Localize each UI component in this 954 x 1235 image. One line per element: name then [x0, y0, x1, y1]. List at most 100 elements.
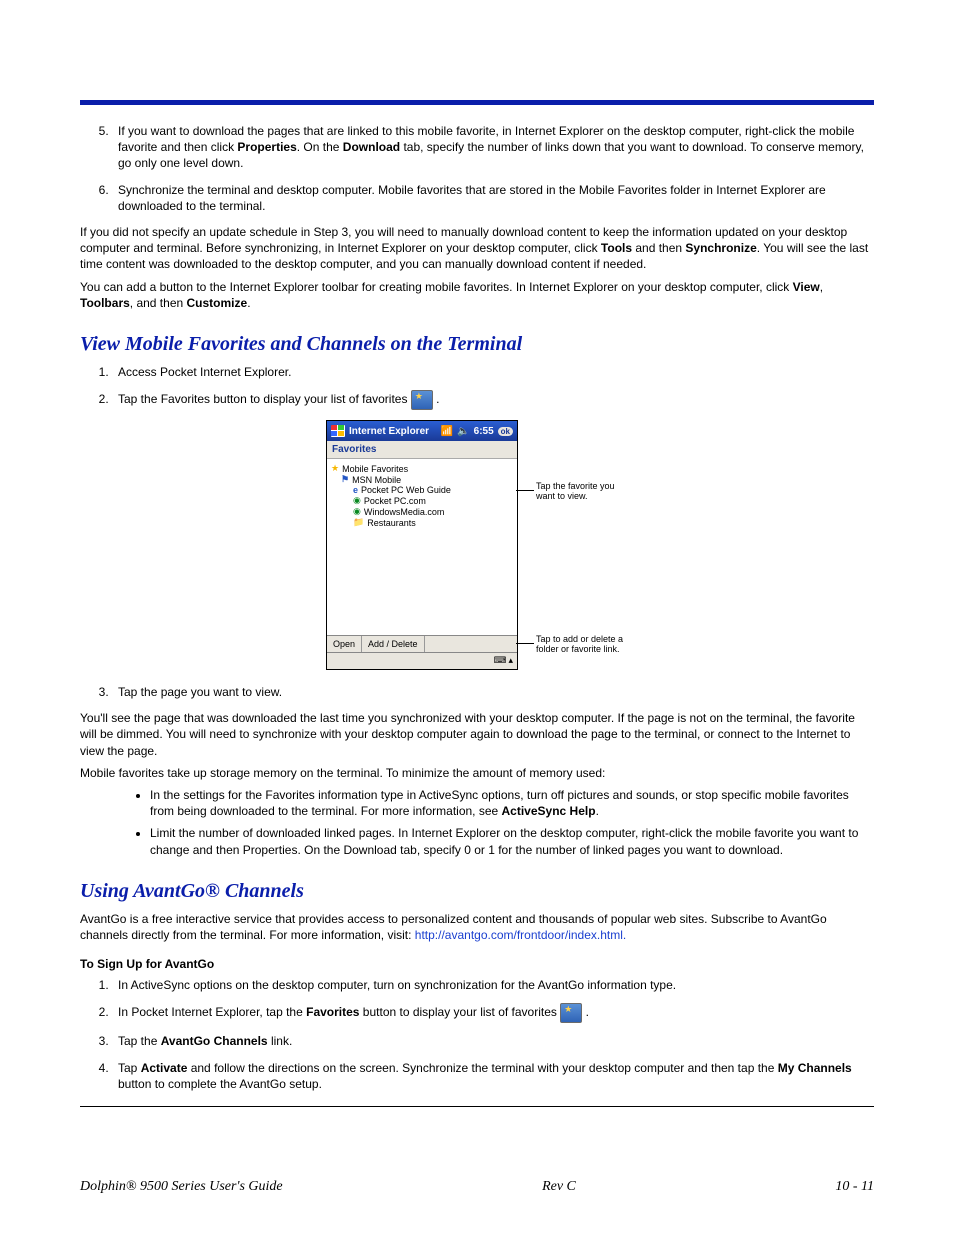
footer-left: Dolphin® 9500 Series User's Guide — [80, 1179, 283, 1195]
label: Mobile Favorites — [342, 464, 408, 474]
favorites-icon — [560, 1003, 582, 1023]
favorites-tree: ★Mobile Favorites ⚑MSN Mobile ePocket PC… — [327, 458, 517, 635]
footer-center: Rev C — [542, 1179, 576, 1195]
media-icon: ◉ — [353, 506, 361, 517]
tree-item[interactable]: ◉Pocket PC.com — [331, 495, 515, 506]
ie-icon: e — [353, 485, 358, 495]
speaker-icon: 🔈 — [457, 426, 469, 437]
heading-view-mobile-favorites: View Mobile Favorites and Channels on th… — [80, 333, 874, 356]
star-icon: ★ — [331, 463, 339, 474]
text: In the settings for the Favorites inform… — [150, 788, 849, 818]
text: Tap the page you want to view. — [118, 685, 282, 699]
bold: Favorites — [306, 1005, 359, 1019]
windows-flag-icon — [331, 425, 345, 437]
text: Synchronize the terminal and desktop com… — [118, 183, 826, 213]
bold: Download — [343, 140, 400, 154]
bold: My Channels — [778, 1061, 852, 1075]
text: In ActiveSync options on the desktop com… — [118, 978, 676, 992]
tree-item[interactable]: ◉WindowsMedia.com — [331, 506, 515, 517]
text: Tap the — [118, 1034, 161, 1048]
heading-avantgo: Using AvantGo® Channels — [80, 880, 874, 903]
text: , — [820, 280, 823, 294]
signup-heading: To Sign Up for AvantGo — [80, 957, 874, 971]
arrow-up-icon[interactable]: ▴ — [508, 655, 513, 666]
avantgo-link[interactable]: http://avantgo.com/frontdoor/index.html. — [415, 928, 626, 942]
bold: Synchronize — [685, 241, 756, 255]
tree-root[interactable]: ★Mobile Favorites — [331, 463, 515, 474]
msn-icon: ⚑ — [341, 474, 349, 485]
sip-row: ⌨▴ — [327, 652, 517, 669]
tree-item[interactable]: ePocket PC Web Guide — [331, 485, 515, 495]
text: Tap — [118, 1061, 141, 1075]
bottom-toolbar: Open Add / Delete — [327, 635, 517, 652]
open-tab[interactable]: Open — [327, 636, 362, 652]
text: You can add a button to the Internet Exp… — [80, 280, 793, 294]
label: Pocket PC.com — [364, 496, 426, 506]
label: MSN Mobile — [352, 475, 401, 485]
label: WindowsMedia.com — [364, 507, 445, 517]
avantgo-intro: AvantGo is a free interactive service th… — [80, 911, 874, 943]
tree-item[interactable]: ⚑MSN Mobile — [331, 474, 515, 485]
continued-steps: If you want to download the pages that a… — [80, 123, 874, 214]
text: In Pocket Internet Explorer, tap the — [118, 1005, 306, 1019]
label: Pocket PC Web Guide — [361, 485, 451, 495]
vmf-step-1: Access Pocket Internet Explorer. — [112, 364, 874, 380]
memory-bullets: In the settings for the Favorites inform… — [80, 787, 874, 858]
text: . — [582, 1005, 589, 1019]
paragraph-sync: If you did not specify an update schedul… — [80, 224, 874, 273]
ok-button[interactable]: ok — [498, 427, 513, 436]
bullet-1: In the settings for the Favorites inform… — [150, 787, 874, 819]
paragraph-memory: Mobile favorites take up storage memory … — [80, 765, 874, 781]
clock: 6:55 — [474, 426, 494, 437]
text: button to complete the AvantGo setup. — [118, 1077, 322, 1091]
callout-view: Tap the favorite you want to view. — [536, 482, 628, 502]
titlebar: Internet Explorer 📶 🔈 6:55 ok — [327, 421, 517, 441]
bold: View — [793, 280, 820, 294]
step-6: Synchronize the terminal and desktop com… — [112, 182, 874, 214]
paragraph-toolbar: You can add a button to the Internet Exp… — [80, 279, 874, 311]
add-delete-tab[interactable]: Add / Delete — [362, 636, 425, 652]
text: . — [433, 392, 440, 406]
bullet-2: Limit the number of downloaded linked pa… — [150, 825, 874, 857]
text: Tap the Favorites button to display your… — [118, 392, 411, 406]
bold: Activate — [141, 1061, 188, 1075]
callouts: Tap the favorite you want to view. Tap t… — [518, 420, 628, 670]
keyboard-icon[interactable]: ⌨ — [493, 655, 506, 666]
top-rule — [80, 100, 874, 105]
folder-icon: 📁 — [353, 517, 364, 528]
tree-item[interactable]: 📁Restaurants — [331, 517, 515, 528]
vmf-step-2: Tap the Favorites button to display your… — [112, 390, 874, 410]
text: and then — [632, 241, 685, 255]
text: , and then — [130, 296, 187, 310]
signup-step-3: Tap the AvantGo Channels link. — [112, 1033, 874, 1049]
bold: ActiveSync Help — [502, 804, 596, 818]
play-icon: ◉ — [353, 495, 361, 506]
text: . — [247, 296, 250, 310]
signup-steps: In ActiveSync options on the desktop com… — [80, 977, 874, 1092]
favorites-header: Favorites — [327, 441, 517, 458]
bottom-rule — [80, 1106, 874, 1107]
vmf-step-3: Tap the page you want to view. — [112, 684, 874, 700]
text: . On the — [297, 140, 343, 154]
vmf-steps: Access Pocket Internet Explorer. Tap the… — [80, 364, 874, 410]
app-title: Internet Explorer — [349, 426, 429, 437]
callout-add-delete: Tap to add or delete a folder or favorit… — [536, 635, 628, 655]
signup-step-2: In Pocket Internet Explorer, tap the Fav… — [112, 1003, 874, 1023]
bold: Toolbars — [80, 296, 130, 310]
text: Access Pocket Internet Explorer. — [118, 365, 291, 379]
text: button to display your list of favorites — [359, 1005, 560, 1019]
pocket-ie-window: Internet Explorer 📶 🔈 6:55 ok Favorites … — [326, 420, 518, 670]
vmf-steps-cont: Tap the page you want to view. — [80, 684, 874, 700]
signal-icon: 📶 — [441, 426, 453, 437]
page-footer: Dolphin® 9500 Series User's Guide Rev C … — [80, 1179, 874, 1195]
bold: Customize — [187, 296, 248, 310]
bold: Properties — [237, 140, 296, 154]
text: . — [596, 804, 599, 818]
signup-step-1: In ActiveSync options on the desktop com… — [112, 977, 874, 993]
label: Restaurants — [367, 518, 416, 528]
bold: Tools — [601, 241, 632, 255]
bold: AvantGo Channels — [161, 1034, 268, 1048]
step-5: If you want to download the pages that a… — [112, 123, 874, 172]
device-screenshot: Internet Explorer 📶 🔈 6:55 ok Favorites … — [80, 420, 874, 670]
text: and follow the directions on the screen.… — [187, 1061, 777, 1075]
